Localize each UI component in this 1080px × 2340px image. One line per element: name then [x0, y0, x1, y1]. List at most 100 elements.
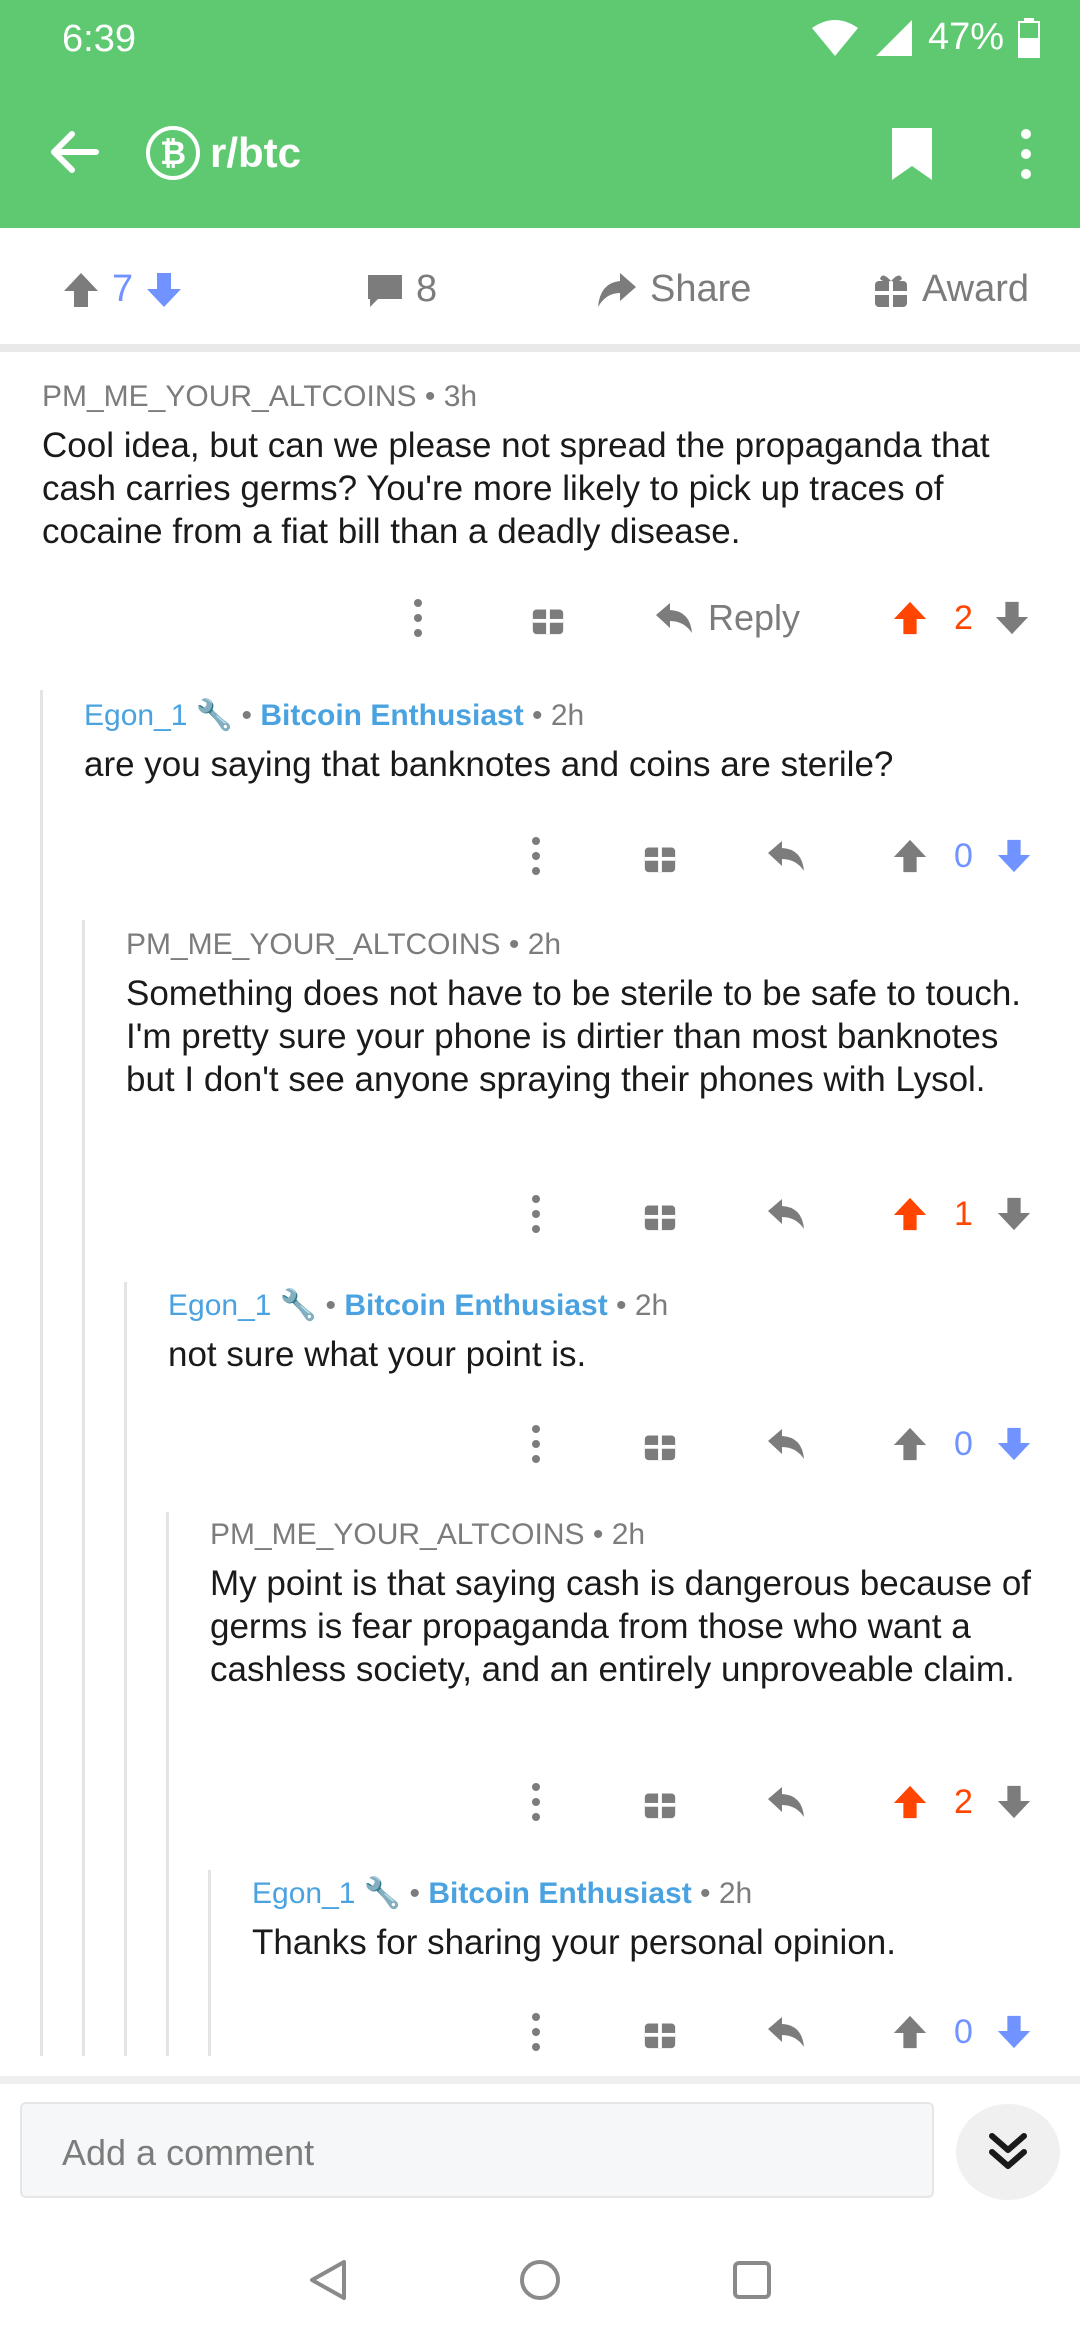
system-nav-bar [0, 2220, 1080, 2340]
upvote-icon[interactable] [892, 838, 928, 874]
comment-action-row: 0 [530, 828, 1050, 884]
upvote-icon[interactable] [892, 600, 928, 636]
comment-author[interactable]: Egon_1 [252, 1877, 355, 1910]
status-time: 6:39 [62, 18, 136, 60]
award-button[interactable]: Award [872, 268, 1029, 311]
nav-home-icon[interactable] [518, 2258, 562, 2302]
comment-author[interactable]: PM_ME_YOUR_ALTCOINS [126, 928, 501, 961]
comment-meta: PM_ME_YOUR_ALTCOINS • 2h [210, 1518, 1050, 1552]
comment-body: Something does not have to be sterile to… [126, 974, 1022, 1099]
comment: PM_ME_YOUR_ALTCOINS • 2h My point is tha… [210, 1518, 1050, 1691]
user-flair: Bitcoin Enthusiast [344, 1289, 608, 1322]
comment-meta: PM_ME_YOUR_ALTCOINS • 2h [126, 928, 1046, 962]
more-options-icon[interactable] [530, 2012, 542, 2052]
comment-time: • 2h [508, 928, 562, 961]
comment-meta: Egon_1 🔧 • Bitcoin Enthusiast • 2h [84, 699, 585, 732]
comments-count: 8 [416, 268, 438, 310]
upvote-icon[interactable] [892, 1196, 928, 1232]
comment-time: • 2h [616, 1289, 669, 1322]
subreddit-link[interactable]: ₿ r/btc [146, 126, 301, 180]
comment-action-row: 0 [530, 2004, 1050, 2060]
upvote-icon[interactable] [892, 1784, 928, 1820]
reply-arrow-icon[interactable] [766, 839, 806, 873]
comment-time: • 2h [532, 699, 585, 732]
comment-body: My point is that saying cash is dangerou… [210, 1564, 1032, 1689]
comments-count-button[interactable]: 8 [366, 268, 437, 311]
gift-icon[interactable] [642, 1426, 678, 1462]
comment: Egon_1 🔧 • Bitcoin Enthusiast • 2h are y… [84, 698, 1044, 786]
reply-arrow-icon[interactable] [766, 2015, 806, 2049]
reply-button[interactable]: Reply [654, 597, 800, 639]
app-bar: ₿ r/btc [0, 80, 1080, 228]
more-options-icon[interactable] [530, 1782, 542, 1822]
post-action-bar: 7 8 Share Award [0, 228, 1080, 352]
reply-arrow-icon[interactable] [766, 1197, 806, 1231]
thread-line [208, 1870, 211, 2056]
comment-action-row: 1 [530, 1186, 1050, 1242]
reply-arrow-icon[interactable] [766, 1427, 806, 1461]
thread-line [166, 1512, 169, 2056]
comment-time: • 2h [592, 1518, 646, 1551]
comment: PM_ME_YOUR_ALTCOINS • 3h Cool idea, but … [42, 380, 1042, 553]
comment-body: not sure what your point is. [168, 1335, 587, 1374]
wrench-icon: 🔧 [195, 699, 234, 732]
more-options-icon[interactable] [530, 836, 542, 876]
share-arrow-icon [598, 272, 636, 307]
more-options-icon[interactable] [530, 1194, 542, 1234]
comment-action-row: 2 [530, 1774, 1050, 1830]
upvote-icon[interactable] [892, 2014, 928, 2050]
reply-arrow-icon[interactable] [766, 1785, 806, 1819]
share-label: Share [650, 268, 752, 310]
comment-author[interactable]: Egon_1 [84, 699, 187, 732]
gift-icon[interactable] [642, 1196, 678, 1232]
back-arrow-icon[interactable] [46, 124, 102, 180]
downvote-icon[interactable] [996, 838, 1032, 874]
reply-arrow-icon [656, 603, 692, 633]
upvote-icon[interactable] [892, 1426, 928, 1462]
user-flair: Bitcoin Enthusiast [428, 1877, 692, 1910]
downvote-icon[interactable] [996, 1426, 1032, 1462]
gift-icon[interactable] [642, 838, 678, 874]
add-comment-input[interactable]: Add a comment [20, 2102, 934, 2198]
subreddit-name: r/btc [210, 129, 302, 176]
wifi-icon [811, 19, 858, 56]
downvote-icon[interactable] [145, 271, 183, 309]
downvote-icon[interactable] [996, 1196, 1032, 1232]
battery-percent: 47% [927, 16, 1004, 58]
more-options-icon[interactable] [530, 1424, 542, 1464]
comment: Egon_1 🔧 • Bitcoin Enthusiast • 2h not s… [168, 1288, 1048, 1376]
comment-author[interactable]: PM_ME_YOUR_ALTCOINS [210, 1518, 585, 1551]
more-options-icon[interactable] [412, 598, 424, 638]
comment-time: • 3h [424, 380, 478, 413]
status-bar: 6:39 47% [0, 0, 1080, 80]
gift-icon[interactable] [642, 1784, 678, 1820]
wrench-icon: 🔧 [279, 1289, 318, 1322]
comment-author[interactable]: Egon_1 [168, 1289, 271, 1322]
downvote-icon[interactable] [996, 1784, 1032, 1820]
comment-meta: Egon_1 🔧 • Bitcoin Enthusiast • 2h [168, 1289, 669, 1322]
wrench-icon: 🔧 [363, 1877, 402, 1910]
user-flair: Bitcoin Enthusiast [260, 699, 524, 732]
bookmark-icon[interactable] [890, 126, 934, 182]
comment-author[interactable]: PM_ME_YOUR_ALTCOINS [42, 380, 417, 413]
comment-time: • 2h [700, 1877, 753, 1910]
signal-icon [875, 19, 912, 56]
comment-score: 0 [954, 836, 973, 875]
downvote-icon[interactable] [996, 2014, 1032, 2050]
comment-body: are you saying that banknotes and coins … [84, 745, 894, 784]
thread-line [82, 920, 85, 2056]
gift-icon[interactable] [530, 600, 566, 636]
comment: Egon_1 🔧 • Bitcoin Enthusiast • 2h Thank… [252, 1876, 1052, 1964]
comment-score: 2 [954, 1782, 973, 1821]
comment-action-row: 0 [530, 1416, 1050, 1472]
share-button[interactable]: Share [596, 268, 751, 311]
gift-icon[interactable] [642, 2014, 678, 2050]
downvote-icon[interactable] [994, 600, 1030, 636]
nav-recents-icon[interactable] [732, 2260, 772, 2300]
nav-back-icon[interactable] [308, 2258, 348, 2302]
collapse-threads-button[interactable] [956, 2104, 1060, 2200]
more-options-icon[interactable] [1016, 126, 1036, 182]
comment-score: 0 [954, 2012, 973, 2051]
upvote-icon[interactable] [62, 271, 100, 309]
comment: PM_ME_YOUR_ALTCOINS • 2h Something does … [126, 928, 1046, 1101]
